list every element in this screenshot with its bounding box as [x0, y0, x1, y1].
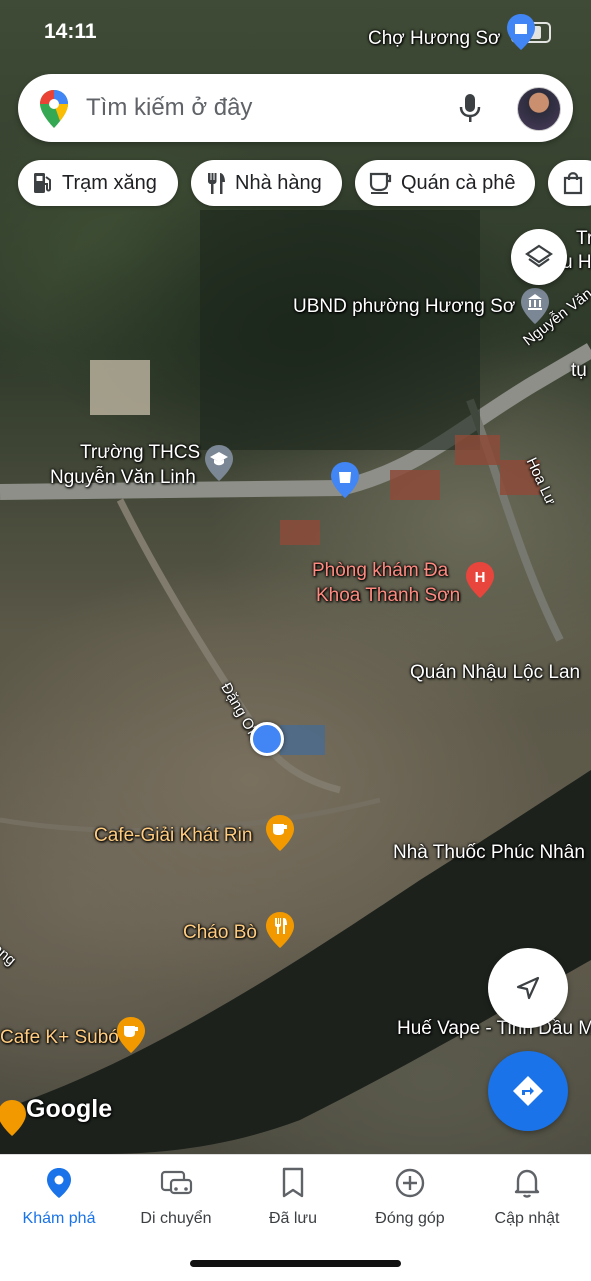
government-poi-icon[interactable]	[521, 288, 549, 324]
building-row-1	[390, 470, 440, 500]
tab-saved[interactable]: Đã lưu	[234, 1167, 352, 1228]
tab-label: Cập nhật	[494, 1210, 560, 1227]
label-cafe-k[interactable]: Cafe K+ Subó	[0, 1027, 119, 1049]
tab-label: Di chuyển	[140, 1210, 212, 1227]
chip-label: Quán cà phê	[401, 171, 516, 194]
tab-label: Khám phá	[22, 1210, 96, 1227]
maps-pin-logo-icon	[40, 90, 68, 128]
label-chao-bo[interactable]: Cháo Bò	[183, 922, 257, 944]
label-ubnd[interactable]: UBND phường Hương Sơ	[293, 296, 515, 318]
label-top-market[interactable]: Chợ Hương Sơ	[368, 28, 500, 50]
building-blue	[280, 725, 325, 755]
directions-icon	[513, 1076, 543, 1106]
restaurant-icon	[208, 173, 225, 194]
search-bar[interactable]: Tìm kiếm ở đây	[18, 74, 573, 142]
home-indicator	[190, 1260, 401, 1267]
chip-coffee[interactable]: Quán cà phê	[355, 160, 535, 206]
chip-label: Nhà hàng	[235, 171, 322, 194]
chip-shopping[interactable]	[548, 160, 591, 206]
bookmark-icon	[282, 1167, 304, 1198]
label-clinic-line1[interactable]: Phòng khám Đa	[312, 560, 448, 582]
chip-gas-station[interactable]: Trạm xăng	[18, 160, 178, 206]
school-poi-icon[interactable]	[205, 445, 233, 481]
directions-button[interactable]	[488, 1051, 568, 1131]
label-cafe-rin[interactable]: Cafe-Giải Khát Rin	[94, 825, 252, 847]
coffee-icon	[369, 172, 392, 194]
tab-contribute[interactable]: Đóng góp	[351, 1167, 469, 1228]
building-row-4	[280, 520, 320, 545]
add-circle-icon	[395, 1168, 425, 1198]
my-location-button[interactable]	[488, 948, 568, 1028]
layers-icon	[525, 244, 553, 268]
tab-label: Đã lưu	[268, 1210, 318, 1227]
cafe-rin-poi-icon[interactable]	[266, 815, 294, 851]
bell-icon	[514, 1169, 540, 1198]
explore-pin-icon	[47, 1168, 71, 1198]
label-quan-nhau[interactable]: Quán Nhậu Lộc Lan	[410, 662, 580, 684]
google-logo: Google	[26, 1095, 113, 1123]
status-time: 14:11	[44, 20, 97, 43]
tab-label: Đóng góp	[375, 1210, 445, 1227]
shopping-poi-icon[interactable]	[331, 462, 359, 498]
cafe-k-poi-icon[interactable]	[117, 1017, 145, 1053]
building-school	[90, 360, 150, 415]
chao-bo-poi-icon[interactable]	[266, 912, 294, 948]
svg-text:H: H	[475, 569, 486, 586]
label-school-line2[interactable]: Nguyễn Văn Linh	[50, 467, 196, 489]
label-edge-tu: tụ	[571, 360, 587, 381]
current-location-dot	[250, 722, 284, 756]
label-edge-tr: Tr	[576, 228, 591, 249]
chip-restaurant[interactable]: Nhà hàng	[191, 160, 342, 206]
microphone-icon[interactable]	[459, 94, 481, 124]
chip-label: Trạm xăng	[62, 171, 157, 194]
label-clinic-line2[interactable]: Khoa Thanh Sơn	[316, 585, 460, 607]
field-dark	[200, 210, 480, 450]
label-pharmacy[interactable]: Nhà Thuốc Phúc Nhân	[393, 842, 585, 864]
layers-button[interactable]	[511, 229, 567, 285]
hospital-poi-icon[interactable]: H	[466, 562, 494, 598]
navigation-arrow-icon	[516, 976, 540, 1000]
tab-explore[interactable]: Khám phá	[0, 1167, 118, 1228]
commute-car-icon	[160, 1170, 193, 1195]
label-school-line1[interactable]: Trường THCS	[80, 442, 200, 464]
label-hue-vape[interactable]: Huế Vape - Tinh Dầu M	[397, 1018, 591, 1040]
tab-updates[interactable]: Cập nhật	[468, 1167, 586, 1228]
restaurant-edge-poi-icon[interactable]	[0, 1100, 26, 1136]
tab-commute[interactable]: Di chuyển	[117, 1167, 235, 1228]
avatar[interactable]	[517, 87, 561, 131]
market-poi-icon[interactable]	[507, 14, 535, 50]
gas-station-icon	[34, 173, 51, 193]
building-row-2	[455, 435, 500, 465]
search-input[interactable]: Tìm kiếm ở đây	[86, 94, 252, 122]
shopping-bag-icon	[563, 172, 583, 195]
